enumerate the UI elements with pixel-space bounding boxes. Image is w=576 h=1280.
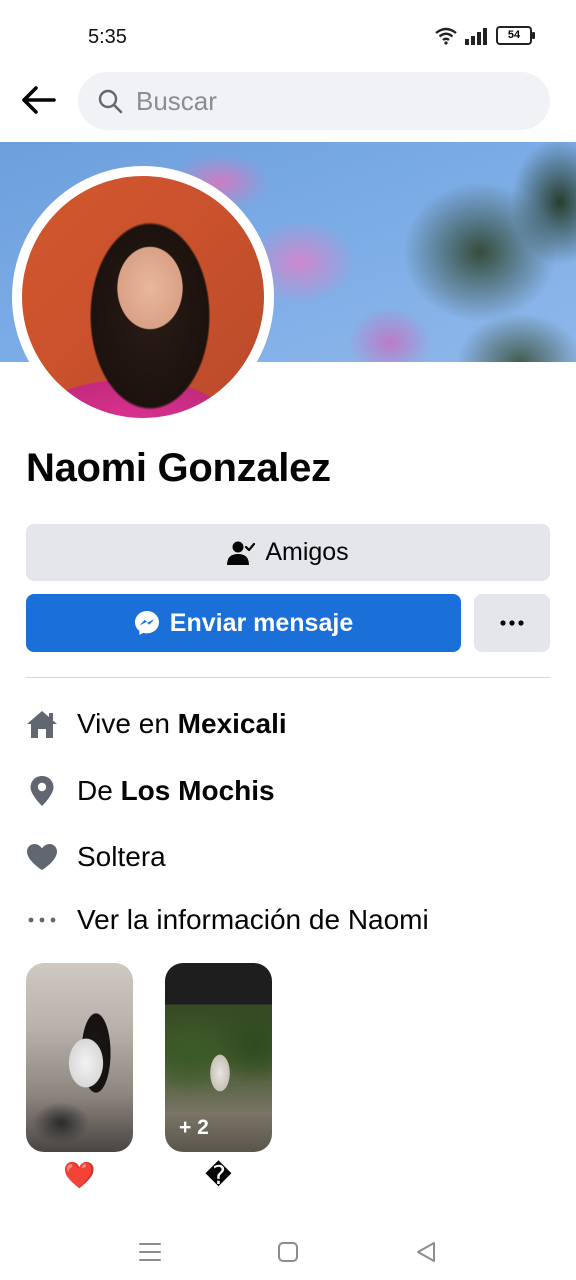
story-reaction-1: ❤️: [63, 1160, 96, 1190]
profile-name: Naomi Gonzalez: [26, 446, 331, 490]
featured-story-1[interactable]: [26, 963, 133, 1152]
square-icon: [278, 1242, 298, 1262]
featured-story-2[interactable]: + 2: [165, 963, 272, 1152]
info-relationship: Soltera: [26, 837, 556, 877]
battery-icon: 54: [496, 26, 535, 45]
back-button[interactable]: [16, 80, 60, 120]
story-reaction-2: �: [205, 1160, 232, 1190]
from-city: Los Mochis: [120, 775, 275, 806]
see-more-info-link[interactable]: Ver la información de Naomi: [26, 900, 556, 940]
status-time: 5:35: [88, 26, 127, 48]
signal-icon: [465, 27, 487, 45]
system-nav-bar: [0, 1220, 576, 1280]
relationship-status: Soltera: [77, 841, 166, 872]
from-prefix: De: [77, 775, 121, 806]
wifi-icon: [435, 27, 457, 45]
menu-lines-icon: [139, 1243, 161, 1261]
arrow-left-icon: [22, 86, 56, 114]
triangle-back-icon: [417, 1242, 435, 1262]
recent-apps-button[interactable]: [130, 1232, 170, 1272]
status-bar: 5:35 54: [0, 0, 576, 70]
send-message-label: Enviar mensaje: [169, 608, 354, 637]
home-button[interactable]: [268, 1232, 308, 1272]
see-more-info-label: Ver la información de Naomi: [77, 904, 429, 935]
top-bar: [0, 70, 576, 132]
send-message-button[interactable]: Enviar mensaje: [26, 594, 461, 652]
lives-in-prefix: Vive en: [77, 708, 178, 739]
heart-icon: [26, 841, 58, 873]
search-icon: [98, 89, 123, 114]
search-input[interactable]: [134, 84, 518, 118]
location-pin-icon: [26, 775, 58, 807]
messenger-icon: [134, 611, 159, 635]
friends-button[interactable]: Amigos: [26, 524, 550, 581]
profile-avatar[interactable]: [22, 176, 264, 418]
more-horizontal-icon: [500, 620, 524, 626]
status-icons: 54: [434, 26, 535, 45]
info-lives-in: Vive en Mexicali: [26, 704, 556, 744]
info-from: De Los Mochis: [26, 771, 556, 811]
more-horizontal-icon: [26, 904, 58, 936]
divider: [26, 677, 550, 678]
more-options-button[interactable]: [474, 594, 550, 652]
home-icon: [26, 708, 58, 740]
search-bar[interactable]: [78, 72, 550, 130]
more-stories-badge: + 2: [179, 1116, 209, 1139]
lives-in-city: Mexicali: [177, 708, 287, 739]
friends-check-icon: [227, 541, 256, 565]
friends-button-label: Amigos: [265, 538, 349, 566]
back-nav-button[interactable]: [406, 1232, 446, 1272]
